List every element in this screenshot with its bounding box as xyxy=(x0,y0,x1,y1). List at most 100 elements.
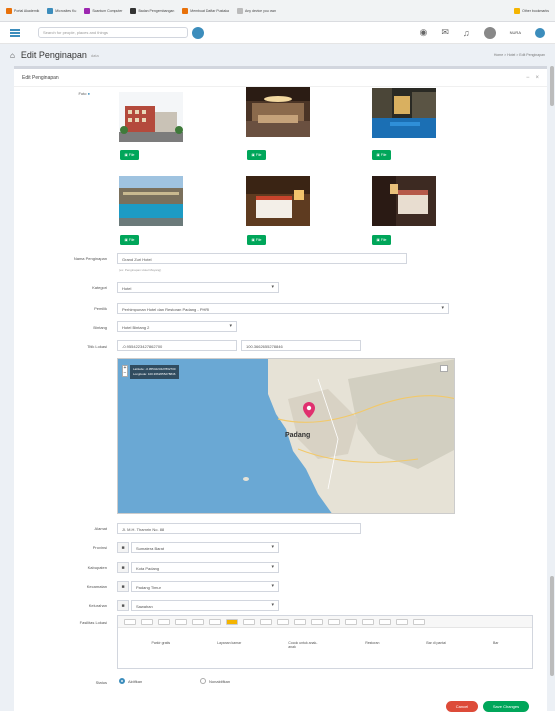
alamat-input[interactable]: Jl. M.H. Thamrin No. 88 xyxy=(117,523,361,534)
italic-button[interactable] xyxy=(158,618,170,625)
scrollbar-track[interactable] xyxy=(547,66,555,711)
camera-icon: ▣ xyxy=(124,238,128,242)
flag-icon: ■ xyxy=(117,562,129,573)
pemilik-select[interactable]: Perhimpunan Hotel dan Restoran Padang - … xyxy=(117,303,449,314)
nama-label: Nama Penginapan xyxy=(73,256,107,261)
clear-format-button[interactable] xyxy=(192,618,204,625)
list-ol-button[interactable] xyxy=(260,618,272,625)
file-button-4[interactable]: ▣ File xyxy=(120,235,139,245)
avatar[interactable] xyxy=(483,26,496,39)
bookmark-other[interactable]: Other bookmarks xyxy=(514,7,549,14)
nama-input[interactable]: Grand Zuri Hotel xyxy=(117,253,407,264)
bookmark-badan[interactable]: Badan Pengembangan xyxy=(130,7,174,14)
fasilitas-editor[interactable]: Parkir gratis Layanan kamar Cocok untuk … xyxy=(117,615,533,669)
fasilitas-content[interactable]: Parkir gratis Layanan kamar Cocok untuk … xyxy=(118,628,532,649)
fullscreen-button[interactable] xyxy=(379,618,391,625)
kategori-select[interactable]: Hotel xyxy=(117,282,279,293)
hotel-pool-day-photo xyxy=(119,176,183,226)
bookmark-icon xyxy=(84,7,91,14)
bookmark-microsites[interactable]: Microsites Ku xyxy=(47,7,76,14)
scrollbar-thumb[interactable] xyxy=(550,66,554,106)
hr-button[interactable] xyxy=(362,618,374,625)
font-style-button[interactable] xyxy=(124,618,136,625)
longitude-input[interactable]: 100.3662655278846 xyxy=(241,340,361,351)
box-title: Edit Penginapan xyxy=(22,74,59,81)
kelurahan-select[interactable]: Sawahan xyxy=(131,600,279,611)
bookmark-portal[interactable]: Portal Akademik xyxy=(6,7,39,14)
breadcrumb[interactable]: Home > Hotel > Edit Penginapan xyxy=(494,53,545,57)
search-input[interactable]: Search for people, places and things xyxy=(38,27,188,38)
bold-button[interactable] xyxy=(141,618,153,625)
picture-button[interactable] xyxy=(345,618,357,625)
bookmark-daftar[interactable]: Membuat Daftar Pustaka xyxy=(182,7,229,14)
hotel-pool-night-photo xyxy=(372,88,436,138)
close-icon[interactable]: × xyxy=(535,75,539,81)
hotel-exterior-photo xyxy=(119,92,183,142)
globe-icon[interactable]: ◉ xyxy=(420,27,428,38)
file-button-3[interactable]: ▣ File xyxy=(372,150,391,160)
latitude-input[interactable]: -0.9554223427862700 xyxy=(117,340,237,351)
camera-icon: ▣ xyxy=(251,238,255,242)
flag-icon: ■ xyxy=(117,581,129,592)
file-button-1[interactable]: ▣ File xyxy=(120,150,139,160)
table-button[interactable] xyxy=(311,618,323,625)
fasilitas-label: Fasilitas Lokasi xyxy=(79,620,107,625)
info-icon: ● xyxy=(87,91,90,96)
save-button[interactable]: Save Changes xyxy=(483,701,529,712)
location-map[interactable]: Padang Latitude: -0.9554223427862700 Lon… xyxy=(117,358,455,514)
bookmark-icon xyxy=(47,7,54,14)
radio-checked-icon xyxy=(119,678,125,684)
editor-toolbar xyxy=(118,616,532,628)
box-header: Edit Penginapan − × xyxy=(14,69,547,87)
paragraph-button[interactable] xyxy=(277,618,289,625)
map-city-label: Padang xyxy=(285,432,311,439)
list-ul-button[interactable] xyxy=(243,618,255,625)
mail-icon[interactable]: ✉ xyxy=(441,27,449,38)
status-inactive-radio[interactable]: Nonaktifkan xyxy=(200,678,230,684)
bookmark-device[interactable]: Any device you own xyxy=(237,7,276,14)
code-button[interactable] xyxy=(396,618,408,625)
file-button-5[interactable]: ▣ File xyxy=(247,235,266,245)
file-button-6[interactable]: ▣ File xyxy=(372,235,391,245)
map-layers-icon[interactable] xyxy=(440,365,448,372)
page-subtitle: data xyxy=(90,52,99,58)
search-button[interactable] xyxy=(192,26,204,39)
font-size-button[interactable] xyxy=(209,618,221,625)
help-button[interactable] xyxy=(413,618,425,625)
bookmark-icon xyxy=(6,7,12,14)
radio-unchecked-icon xyxy=(200,678,206,684)
menu-toggle-icon[interactable] xyxy=(10,28,20,37)
kabupaten-select[interactable]: Kota Padang xyxy=(131,562,279,573)
alamat-label: Alamat xyxy=(94,526,107,531)
camera-icon: ▣ xyxy=(376,153,380,157)
map-zoom-control[interactable]: + − xyxy=(122,365,128,377)
height-button[interactable] xyxy=(294,618,306,625)
provinsi-label: Provinsi xyxy=(92,545,107,550)
collapse-icon[interactable]: − xyxy=(526,75,530,81)
status-active-radio[interactable]: Aktifkan xyxy=(119,678,142,684)
kelurahan-label: Kelurahan xyxy=(88,603,107,608)
content-header: ⌂ Edit Penginapan data Home > Hotel > Ed… xyxy=(0,44,555,66)
kecamatan-select[interactable]: Padang Timur xyxy=(131,581,279,592)
file-button-2[interactable]: ▣ File xyxy=(247,150,266,160)
lokasi-label: Titik Lokasi xyxy=(87,344,107,349)
provinsi-select[interactable]: Sumatera Barat xyxy=(131,542,279,553)
user-menu[interactable]: NURA xyxy=(510,30,521,35)
home-icon: ⌂ xyxy=(10,50,15,60)
bookmark-scantum[interactable]: Scantum Computer xyxy=(84,7,122,14)
nama-help-text: (ex: Penginapan Hotel Mayang) xyxy=(119,268,162,272)
kecamatan-label: Kecamatan xyxy=(86,584,107,589)
underline-button[interactable] xyxy=(175,618,187,625)
bookmark-icon xyxy=(130,7,137,14)
map-coordinates-overlay: Latitude: -0.9554223427862700 Longitude:… xyxy=(130,365,179,379)
status-label: Status xyxy=(95,680,107,685)
bintang-select[interactable]: Hotel Bintang 2 xyxy=(117,321,237,332)
flag-icon: ■ xyxy=(117,542,129,553)
page-title: Edit Penginapan xyxy=(20,50,87,60)
settings-icon[interactable] xyxy=(535,27,545,38)
color-button[interactable] xyxy=(226,618,238,625)
cancel-button[interactable]: Cancel xyxy=(446,701,478,712)
scrollbar-thumb[interactable] xyxy=(550,576,554,676)
bell-icon[interactable]: ♫ xyxy=(463,28,470,38)
link-button[interactable] xyxy=(328,618,340,625)
